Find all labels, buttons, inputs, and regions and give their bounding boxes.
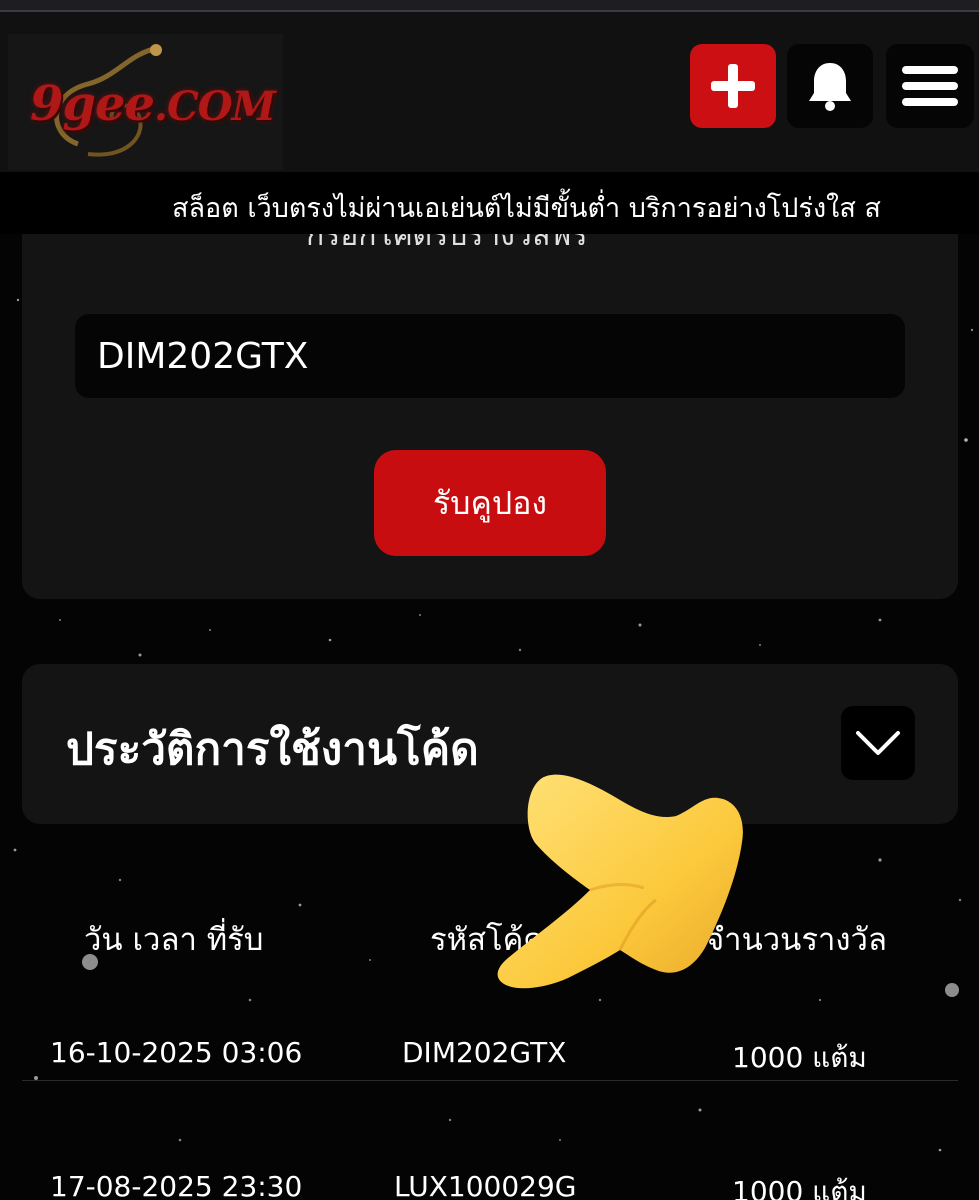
browser-top-edge	[0, 0, 979, 12]
marquee-text: สล็อต เว็บตรงไม่ผ่านเอเย่นต์ไม่มีขั้นต่ำ…	[172, 193, 881, 224]
redeem-coupon-button[interactable]: รับคูปอง	[374, 450, 606, 556]
plus-icon	[711, 64, 755, 108]
row-divider	[22, 1080, 958, 1081]
coupon-code-input[interactable]	[75, 314, 905, 398]
chevron-down-icon	[856, 731, 900, 755]
column-header-date: วัน เวลา ที่รับ	[84, 922, 264, 958]
redeem-code-card: กรอกโค้ดรับรางวัลฟรี รับคูปอง	[22, 234, 958, 599]
row-1-date: 16-10-2025 03:06	[50, 1036, 303, 1069]
hamburger-menu-icon	[902, 66, 958, 106]
site-logo[interactable]: 9gee.COM	[8, 34, 283, 170]
row-2-date: 17-08-2025 23:30	[50, 1170, 303, 1200]
row-1-reward: 1000 แต้ม	[732, 1041, 867, 1074]
bell-icon	[809, 63, 851, 111]
code-history-title: ประวัติการใช้งานโค้ด	[66, 724, 479, 775]
row-1-code: DIM202GTX	[402, 1036, 567, 1069]
page: 9gee.COM สล็อต เว็บตรงไม่ผ่านเอเย่นต์ไม่…	[0, 0, 979, 1200]
row-2-code: LUX100029G	[394, 1170, 577, 1200]
logo-wordmark: 9gee.COM	[30, 76, 276, 132]
history-toggle-button[interactable]	[841, 706, 915, 780]
announcement-marquee: สล็อต เว็บตรงไม่ผ่านเอเย่นต์ไม่มีขั้นต่ำ…	[0, 172, 979, 234]
add-button[interactable]	[690, 44, 776, 128]
pointing-hand-emoji-icon	[497, 774, 743, 989]
row-2-reward: 1000 แต้ม	[732, 1175, 867, 1200]
site-header: 9gee.COM	[0, 12, 979, 172]
menu-button[interactable]	[886, 44, 974, 128]
notifications-button[interactable]	[787, 44, 873, 128]
